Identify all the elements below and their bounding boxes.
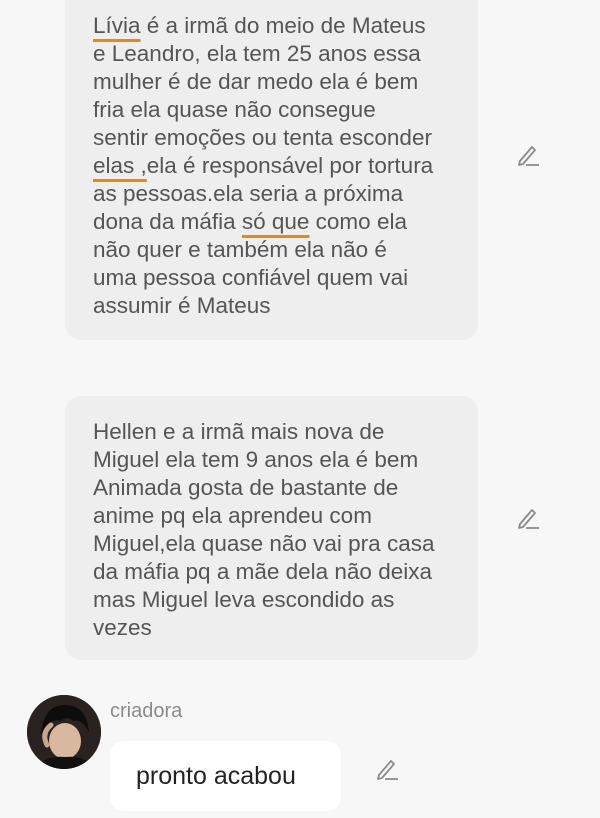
message-line: dona da máfia só que como ela	[93, 208, 458, 236]
text-segment: Miguel ela tem 9 anos ela é bem	[93, 447, 419, 472]
text-segment: como ela	[309, 209, 407, 234]
text-segment: Animada gosta de bastante de	[93, 475, 399, 500]
text-segment: vezes	[93, 615, 152, 640]
edit-pencil-icon[interactable]	[374, 756, 400, 782]
message-line: fria ela quase não consegue	[93, 96, 458, 124]
text-segment: Miguel,ela quase não vai pra casa	[93, 531, 435, 556]
text-segment: sentir emoções ou tenta esconder	[93, 125, 432, 150]
reply-bubble: pronto acabou	[110, 741, 341, 811]
edit-pencil-icon[interactable]	[515, 142, 541, 168]
message-line: elas ,ela é responsável por tortura	[93, 152, 458, 180]
underlined-word: Lívia	[93, 13, 141, 38]
message-line: uma pessoa confiável quem vai	[93, 264, 458, 292]
message-line: da máfia pq a mãe dela não deixa	[93, 558, 458, 586]
message-line: Lívia é a irmã do meio de Mateus	[93, 12, 458, 40]
message-line: não quer e também ela não é	[93, 236, 458, 264]
text-segment: mulher é de dar medo ela é bem	[93, 69, 419, 94]
sender-name: criadora	[110, 700, 183, 722]
message-line: Miguel ela tem 9 anos ela é bem	[93, 446, 458, 474]
message-line: mas Miguel leva escondido as	[93, 586, 458, 614]
edit-pencil-icon[interactable]	[515, 505, 541, 531]
message-line: vezes	[93, 614, 458, 642]
message-line: assumir é Mateus	[93, 292, 458, 320]
text-segment: não quer e também ela não é	[93, 237, 387, 262]
message-line: Hellen e a irmã mais nova de	[93, 418, 458, 446]
text-segment: ela é responsável por tortura	[146, 153, 434, 178]
text-segment: dona da máfia	[93, 209, 242, 234]
underlined-word: elas ,	[93, 153, 147, 178]
text-segment: anime pq ela aprendeu com	[93, 503, 372, 528]
message-line: anime pq ela aprendeu com	[93, 502, 458, 530]
text-segment: e Leandro, ela tem 25 anos essa	[93, 41, 421, 66]
message-line: sentir emoções ou tenta esconder	[93, 124, 458, 152]
message-line: e Leandro, ela tem 25 anos essa	[93, 40, 458, 68]
message-bubble-2: Hellen e a irmã mais nova de Miguel ela t…	[65, 396, 478, 660]
text-segment: as pessoas.ela seria a próxima	[93, 181, 404, 206]
user-avatar[interactable]	[27, 695, 101, 769]
underlined-word: só que	[241, 209, 310, 234]
text-segment: é a irmã do meio de Mateus	[140, 13, 426, 38]
text-segment: mas Miguel leva escondido as	[93, 587, 395, 612]
text-segment: uma pessoa confiável quem vai	[93, 265, 409, 290]
message-line: Animada gosta de bastante de	[93, 474, 458, 502]
message-line: mulher é de dar medo ela é bem	[93, 68, 458, 96]
text-segment: fria ela quase não consegue	[93, 97, 376, 122]
message-line: Miguel,ela quase não vai pra casa	[93, 530, 458, 558]
text-segment: Hellen e a irmã mais nova de	[93, 419, 385, 444]
message-line: as pessoas.ela seria a próxima	[93, 180, 458, 208]
message-bubble-1: Lívia é a irmã do meio de Mateus e Leandr…	[65, 0, 478, 340]
text-segment: assumir é Mateus	[93, 293, 271, 318]
text-segment: da máfia pq a mãe dela não deixa	[93, 559, 432, 584]
